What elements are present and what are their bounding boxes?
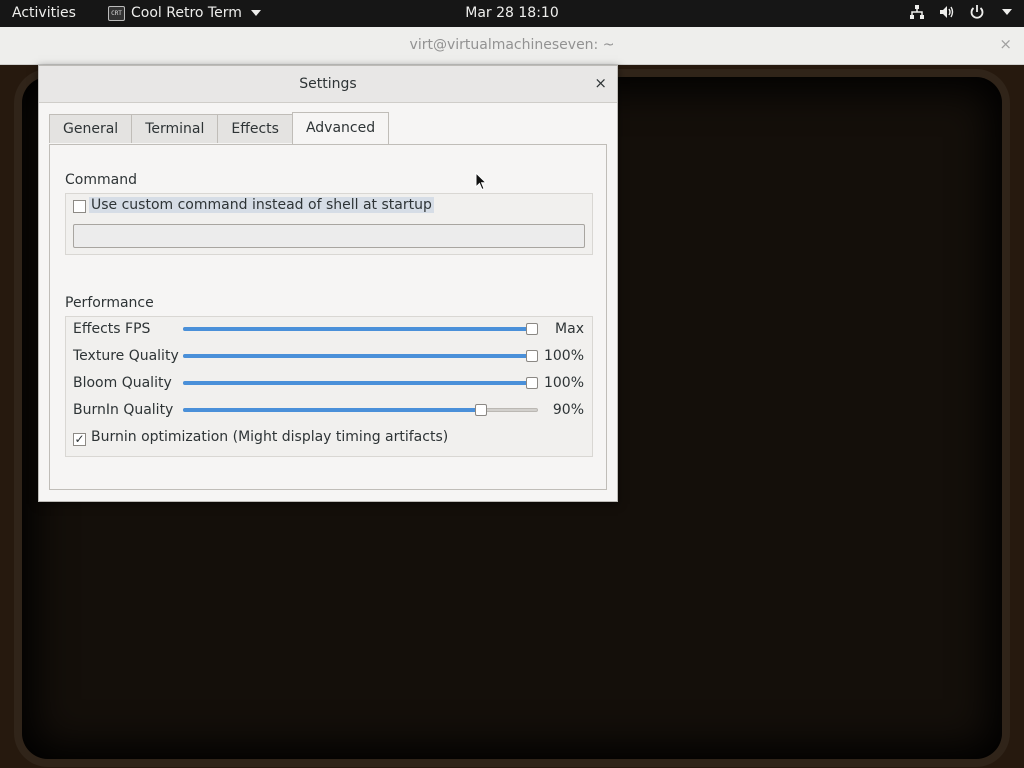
settings-dialog: Settings × General Terminal Effects Adva… [38,65,618,502]
power-icon [970,5,984,19]
settings-close-icon[interactable]: × [594,74,607,92]
mouse-pointer-icon [475,172,487,191]
slider-fill [183,381,532,385]
volume-icon [940,6,954,18]
performance-frame: Effects FPS Max Texture Quality 100% Blo… [65,316,593,457]
slider-handle[interactable] [475,404,487,416]
chevron-down-icon [250,10,261,16]
performance-group-label: Performance [65,295,154,311]
crt-app-icon: CRT [108,5,125,21]
burnin-quality-slider[interactable] [183,402,538,418]
settings-titlebar[interactable]: Settings × [39,66,617,103]
custom-command-input[interactable] [73,224,585,248]
network-icon [910,5,924,19]
slider-fill [183,408,481,412]
bloom-quality-value: 100% [543,375,584,391]
effects-fps-label: Effects FPS [73,321,151,337]
tab-general[interactable]: General [49,114,133,143]
terminal-close-icon[interactable]: × [999,35,1012,53]
texture-quality-value: 100% [543,348,584,364]
advanced-panel: Command Use custom command instead of sh… [49,144,607,490]
terminal-title: virt@virtualmachineseven: ~ [409,37,615,53]
settings-title: Settings [299,76,357,92]
activities-button[interactable]: Activities [12,5,76,21]
custom-command-checkbox[interactable] [73,200,86,213]
texture-quality-label: Texture Quality [73,348,179,364]
command-group-label: Command [65,172,137,188]
settings-tabs: General Terminal Effects Advanced [49,112,390,144]
top-bar: Activities CRT Cool Retro Term Mar 28 18… [0,0,1024,27]
slider-handle[interactable] [526,377,538,389]
tab-terminal[interactable]: Terminal [131,114,219,143]
effects-fps-slider[interactable] [183,321,538,337]
slider-handle[interactable] [526,323,538,335]
tab-advanced[interactable]: Advanced [291,112,390,144]
burnin-optimization-label[interactable]: Burnin optimization (Might display timin… [91,429,448,445]
slider-fill [183,327,532,331]
slider-fill [183,354,532,358]
burnin-quality-label: BurnIn Quality [73,402,174,418]
command-frame: Use custom command instead of shell at s… [65,193,593,255]
chevron-down-icon [1002,9,1012,15]
tab-effects[interactable]: Effects [217,114,293,143]
burnin-optimization-checkbox[interactable]: ✓ [73,433,86,446]
app-menu-label: Cool Retro Term [131,5,242,21]
system-status-area[interactable] [909,4,1012,20]
slider-handle[interactable] [526,350,538,362]
app-menu[interactable]: CRT Cool Retro Term [108,5,261,21]
custom-command-label[interactable]: Use custom command instead of shell at s… [89,197,434,213]
burnin-quality-value: 90% [552,402,584,418]
bloom-quality-label: Bloom Quality [73,375,172,391]
texture-quality-slider[interactable] [183,348,538,364]
effects-fps-value: Max [555,321,584,337]
terminal-titlebar[interactable]: virt@virtualmachineseven: ~ × [0,27,1024,65]
bloom-quality-slider[interactable] [183,375,538,391]
